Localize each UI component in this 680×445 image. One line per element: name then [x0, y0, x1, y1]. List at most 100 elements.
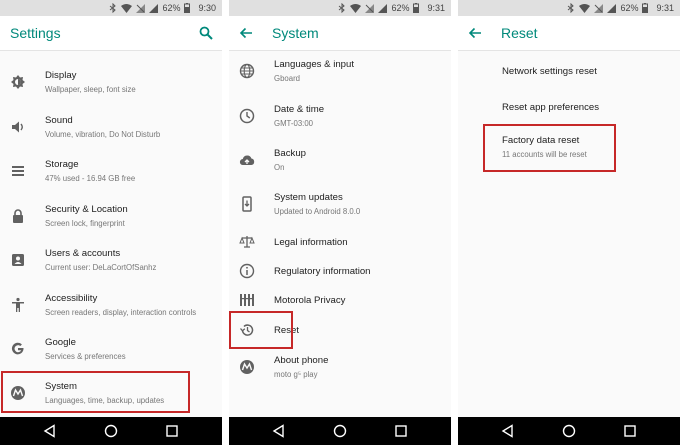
status-bar: 62% 9:31: [458, 0, 680, 16]
item-title: Regulatory information: [274, 266, 371, 277]
search-icon[interactable]: [198, 25, 214, 41]
recents-nav-icon[interactable]: [164, 423, 180, 439]
motorola-icon: [239, 359, 255, 375]
settings-item-sound[interactable]: Sound Volume, vibration, Do Not Disturb: [0, 108, 222, 148]
reset-item-network[interactable]: Network settings reset: [458, 60, 680, 90]
item-title: Reset: [274, 325, 300, 336]
back-nav-icon[interactable]: [271, 423, 287, 439]
bluetooth-icon: [109, 3, 117, 13]
settings-screen: 62% 9:30 Settings Display Wallpaper, sle…: [0, 0, 222, 445]
item-subtitle: Updated to Android 8.0.0: [274, 207, 361, 216]
battery-icon: [642, 3, 649, 13]
item-title: Storage: [45, 159, 79, 170]
item-title: Languages & input: [274, 59, 355, 70]
item-subtitle: moto g⁵ play: [274, 370, 318, 379]
signal-icon: [149, 3, 159, 13]
wifi-icon: [579, 3, 591, 13]
reset-item-app-preferences[interactable]: Reset app preferences: [458, 96, 680, 126]
cloud-upload-icon: [239, 152, 255, 168]
signal-icon: [607, 3, 617, 13]
no-sim-icon: [594, 3, 604, 13]
item-title: Accessibility: [45, 293, 98, 304]
motorola-icon: [10, 385, 26, 401]
item-title: Network settings reset: [502, 66, 597, 77]
status-time: 9:31: [427, 3, 445, 13]
storage-icon: [10, 163, 26, 179]
status-time: 9:30: [198, 3, 216, 13]
page-title: Settings: [10, 25, 61, 41]
lock-icon: [10, 208, 26, 224]
home-nav-icon[interactable]: [103, 423, 119, 439]
item-subtitle: Languages, time, backup, updates: [45, 396, 165, 405]
home-nav-icon[interactable]: [332, 423, 348, 439]
brightness-icon: [10, 74, 26, 90]
toolbar-divider: [229, 50, 451, 51]
item-title: Display: [45, 70, 77, 81]
item-subtitle: GMT-03:00: [274, 119, 313, 128]
restore-icon: [239, 322, 255, 338]
item-title: Sound: [45, 115, 73, 126]
toolbar-divider: [458, 50, 680, 51]
phone-update-icon: [239, 196, 255, 212]
system-item-date-time[interactable]: Date & time GMT-03:00: [229, 97, 451, 137]
back-arrow-icon[interactable]: [238, 25, 254, 41]
system-item-about-phone[interactable]: About phone moto g⁵ play: [229, 348, 451, 388]
scale-icon: [239, 234, 255, 250]
navigation-bar: [458, 417, 680, 445]
navigation-bar: [0, 417, 222, 445]
volume-icon: [10, 119, 26, 135]
item-subtitle: On: [274, 163, 285, 172]
system-item-backup[interactable]: Backup On: [229, 141, 451, 181]
bluetooth-icon: [338, 3, 346, 13]
settings-item-accessibility[interactable]: Accessibility Screen readers, display, i…: [0, 286, 222, 326]
system-item-languages[interactable]: Languages & input Gboard: [229, 52, 451, 92]
settings-item-storage[interactable]: Storage 47% used - 16.94 GB free: [0, 152, 222, 192]
no-sim-icon: [365, 3, 375, 13]
navigation-bar: [229, 417, 451, 445]
toolbar: Settings: [0, 16, 222, 50]
item-title: Factory data reset: [502, 135, 580, 146]
status-time: 9:31: [656, 3, 674, 13]
bluetooth-icon: [567, 3, 575, 13]
item-subtitle: Wallpaper, sleep, font size: [45, 85, 136, 94]
status-bar: 62% 9:30: [0, 0, 222, 16]
item-title: System updates: [274, 192, 343, 203]
reset-screen: 62% 9:31 Reset Network settings reset Re…: [458, 0, 680, 445]
privacy-icon: [239, 292, 255, 308]
accessibility-icon: [10, 297, 26, 313]
home-nav-icon[interactable]: [561, 423, 577, 439]
battery-percent: 62%: [620, 3, 639, 13]
google-icon: [10, 341, 26, 357]
reset-item-factory-data[interactable]: Factory data reset 11 accounts will be r…: [458, 128, 680, 168]
info-icon: [239, 263, 255, 279]
signal-icon: [378, 3, 388, 13]
item-subtitle: Volume, vibration, Do Not Disturb: [45, 130, 161, 139]
back-arrow-icon[interactable]: [467, 25, 483, 41]
back-nav-icon[interactable]: [42, 423, 58, 439]
settings-item-security[interactable]: Security & Location Screen lock, fingerp…: [0, 197, 222, 237]
no-sim-icon: [136, 3, 146, 13]
system-item-updates[interactable]: System updates Updated to Android 8.0.0: [229, 185, 451, 225]
settings-item-display[interactable]: Display Wallpaper, sleep, font size: [0, 63, 222, 103]
account-icon: [10, 252, 26, 268]
wifi-icon: [350, 3, 362, 13]
toolbar-divider: [0, 50, 222, 51]
recents-nav-icon[interactable]: [393, 423, 409, 439]
battery-percent: 62%: [162, 3, 181, 13]
back-nav-icon[interactable]: [500, 423, 516, 439]
status-bar: 62% 9:31: [229, 0, 451, 16]
settings-item-google[interactable]: Google Services & preferences: [0, 330, 222, 370]
item-subtitle: 11 accounts will be reset: [502, 150, 587, 159]
item-title: Date & time: [274, 104, 325, 115]
item-title: Users & accounts: [45, 248, 121, 259]
recents-nav-icon[interactable]: [622, 423, 638, 439]
system-screen: 62% 9:31 System Languages & input Gboard…: [229, 0, 451, 445]
settings-item-users[interactable]: Users & accounts Current user: DeLaCortO…: [0, 241, 222, 281]
page-title: System: [272, 25, 319, 41]
globe-icon: [239, 63, 255, 79]
item-subtitle: Services & preferences: [45, 352, 126, 361]
settings-item-system[interactable]: System Languages, time, backup, updates: [0, 374, 222, 414]
toolbar: System: [229, 16, 451, 50]
item-subtitle: Screen readers, display, interaction con…: [45, 308, 197, 317]
page-title: Reset: [501, 25, 538, 41]
